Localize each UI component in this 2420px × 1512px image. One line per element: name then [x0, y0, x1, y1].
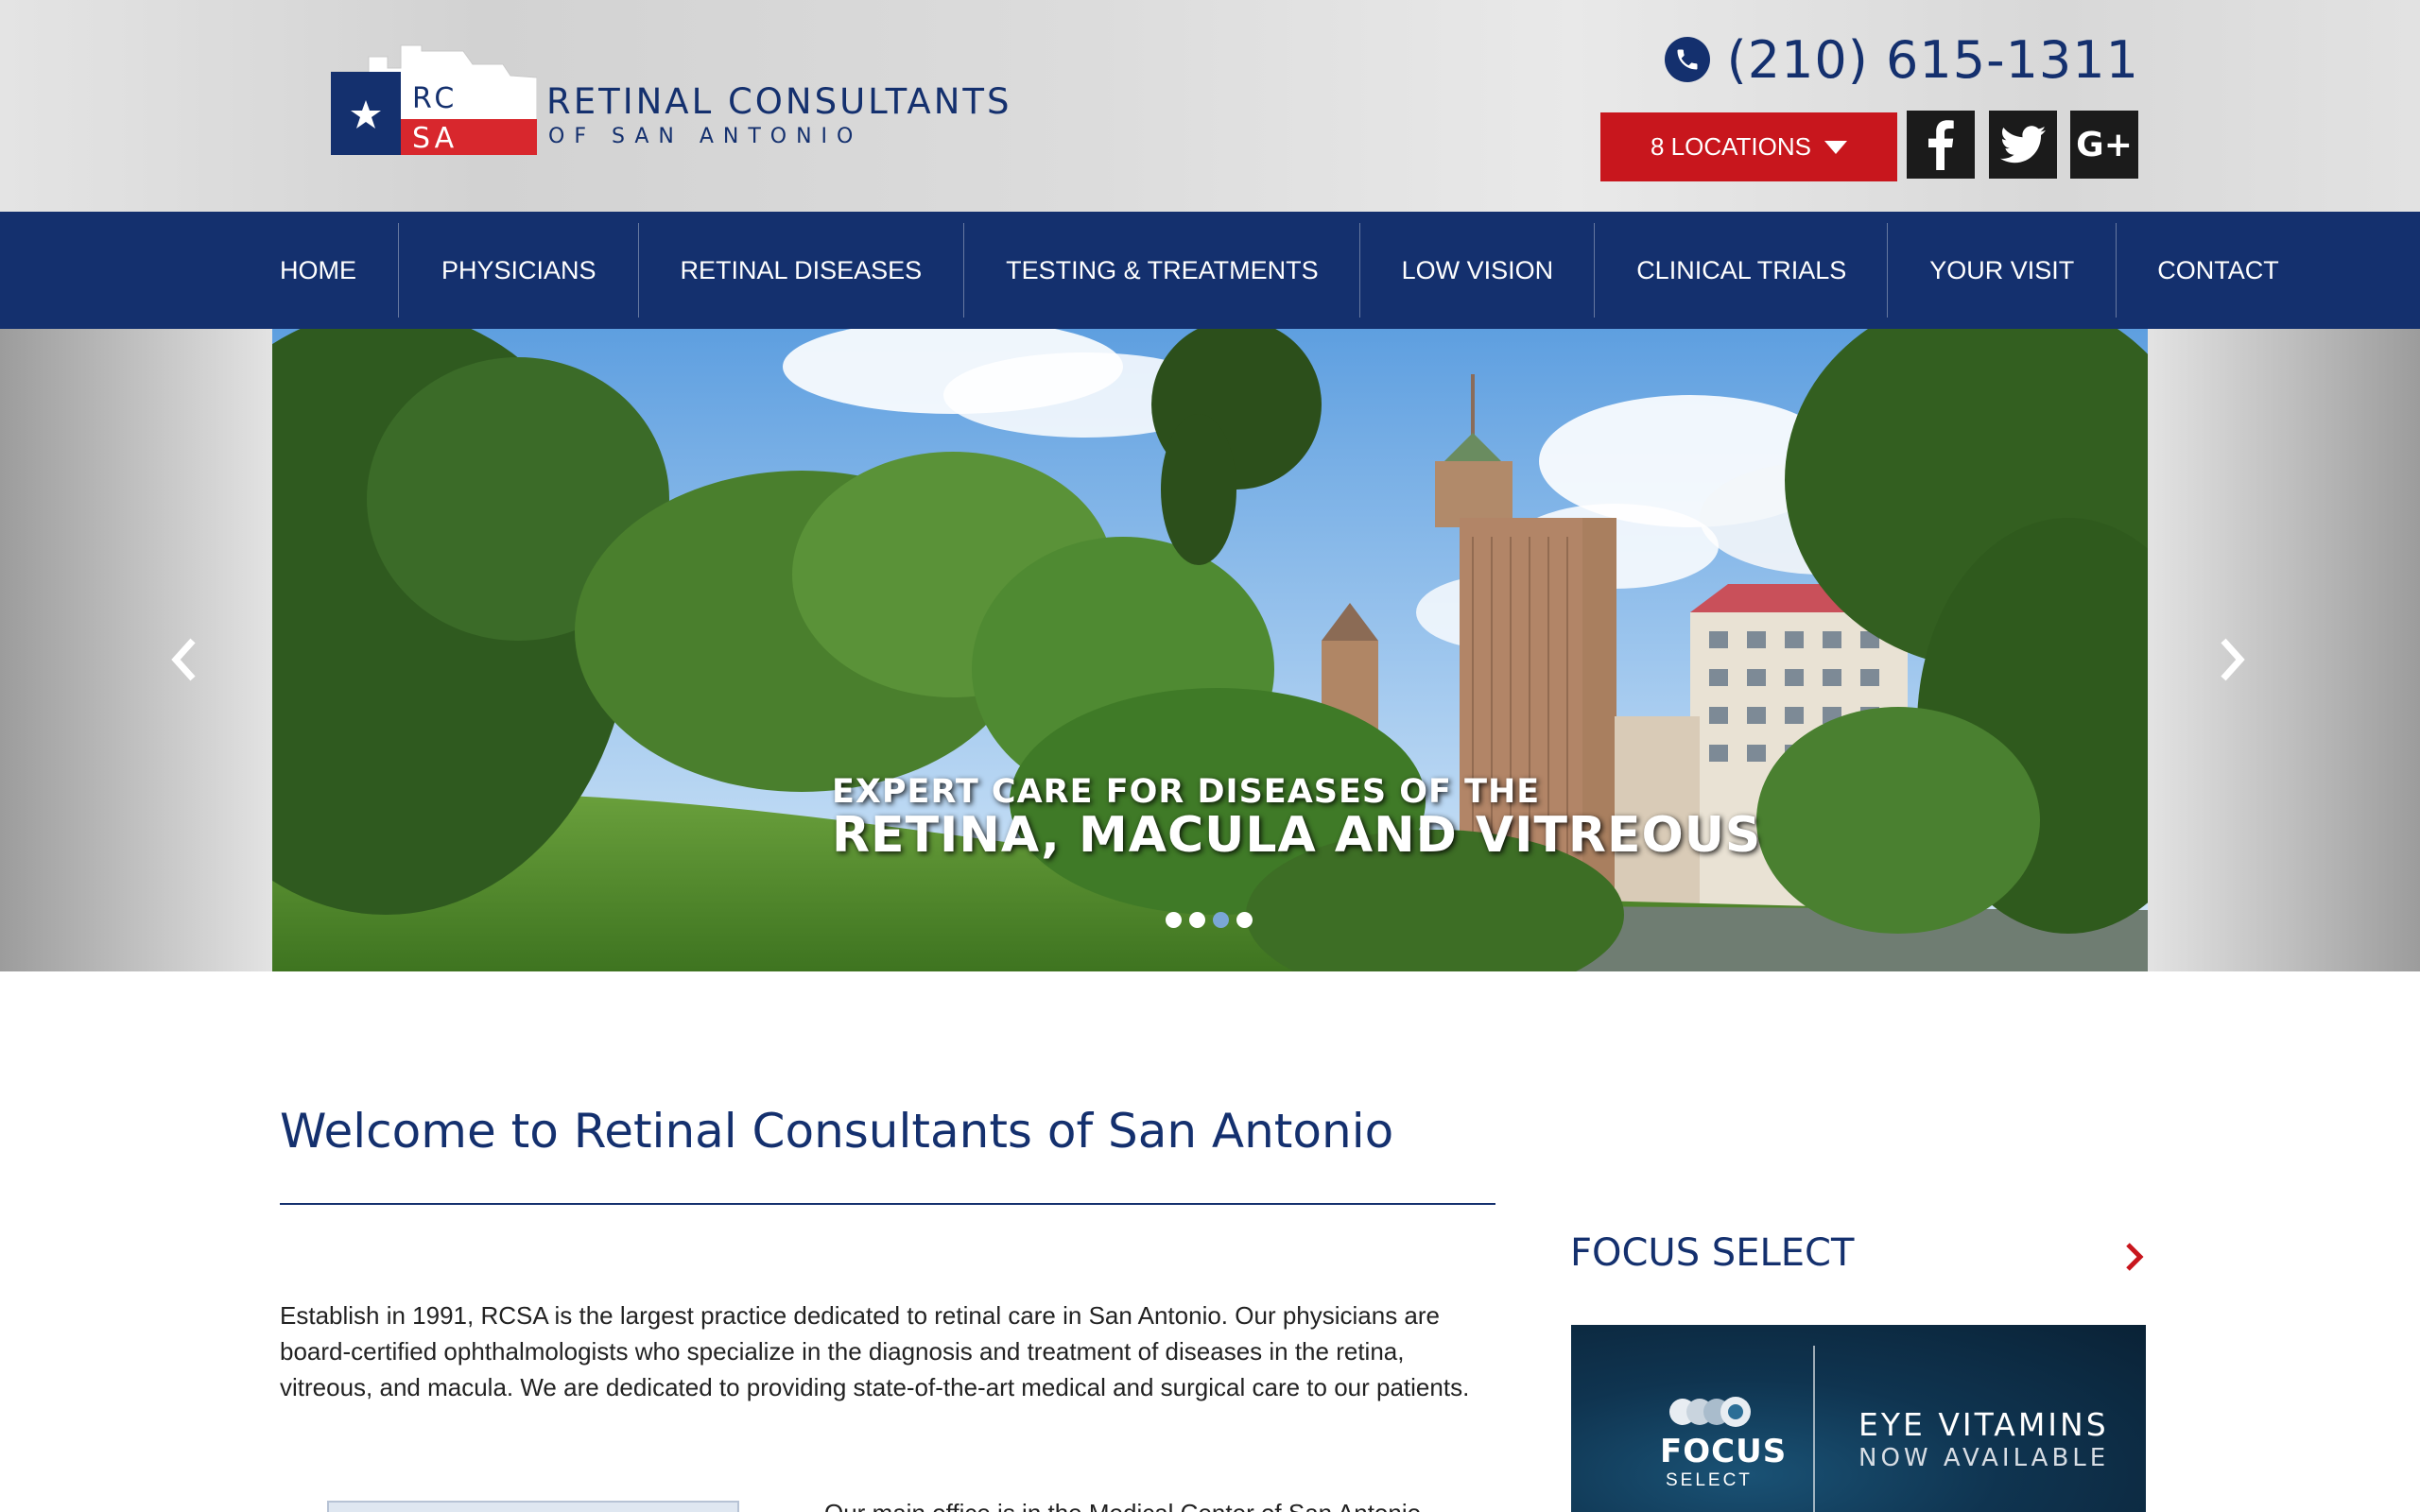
title-divider — [280, 1203, 1495, 1205]
site-logo[interactable]: RC SA RETINAL CONSULTANTS OF SAN ANTONIO — [331, 43, 1010, 157]
chevron-right-icon — [2126, 1243, 2144, 1271]
chevron-left-icon — [171, 638, 196, 681]
hero-image — [272, 329, 2148, 971]
nav-item-contact[interactable]: CONTACT — [2116, 212, 2287, 329]
svg-text:RC: RC — [412, 82, 458, 115]
phone-number[interactable]: (210) 615-1311 — [1727, 30, 2139, 90]
sidebar-title[interactable]: FOCUS SELECT — [1570, 1231, 1854, 1275]
main-nav: HOME PHYSICIANS RETINAL DISEASES TESTING… — [0, 212, 2420, 329]
nav-item-retinal-diseases[interactable]: RETINAL DISEASES — [637, 212, 964, 329]
promo-brand: FOCUS — [1660, 1433, 1788, 1470]
focus-logo-icon — [1669, 1397, 1751, 1427]
nav-item-low-vision[interactable]: LOW VISION — [1358, 212, 1595, 329]
locations-label: 8 LOCATIONS — [1650, 132, 1811, 161]
promo-brand-sub: SELECT — [1666, 1470, 1753, 1490]
promo-divider — [1813, 1346, 1815, 1512]
caret-down-icon — [1824, 140, 1847, 154]
nav-item-testing-treatments[interactable]: TESTING & TREATMENTS — [963, 212, 1359, 329]
facebook-button[interactable] — [1907, 111, 1975, 179]
nav-item-physicians[interactable]: PHYSICIANS — [398, 212, 638, 329]
google-plus-icon: G+ — [2076, 125, 2133, 164]
nav-item-home[interactable]: HOME — [272, 212, 398, 329]
carousel-dot[interactable] — [1236, 912, 1253, 928]
sidebar-arrow-button[interactable] — [2119, 1241, 2148, 1273]
carousel-prev-button[interactable] — [161, 631, 208, 688]
facebook-icon — [1928, 120, 1954, 170]
site-header: RC SA RETINAL CONSULTANTS OF SAN ANTONIO… — [0, 0, 2420, 212]
carousel-dots — [1166, 912, 1253, 928]
twitter-icon — [2000, 126, 2046, 163]
google-plus-button[interactable]: G+ — [2070, 111, 2138, 179]
locations-dropdown[interactable]: 8 LOCATIONS — [1600, 112, 1897, 181]
carousel-dot[interactable] — [1166, 912, 1182, 928]
next-paragraph: Our main office is in the Medical Center… — [824, 1499, 1421, 1512]
hero-caption-line2: RETINA, MACULA AND VITREOUS — [832, 807, 1762, 864]
nav-item-your-visit[interactable]: YOUR VISIT — [1887, 212, 2116, 329]
twitter-button[interactable] — [1989, 111, 2057, 179]
phone-contact[interactable]: (210) 615-1311 — [1664, 28, 2139, 91]
carousel-dot-active[interactable] — [1213, 912, 1229, 928]
nav-item-clinical-trials[interactable]: CLINICAL TRIALS — [1594, 212, 1887, 329]
page-title: Welcome to Retinal Consultants of San An… — [280, 1104, 1394, 1159]
hero-caption: EXPERT CARE FOR DISEASES OF THE RETINA, … — [832, 773, 1761, 864]
hero-caption-line1: EXPERT CARE FOR DISEASES OF THE — [832, 773, 1541, 811]
promo-headline: EYE VITAMINS — [1858, 1406, 2109, 1443]
chevron-right-icon — [2221, 638, 2245, 681]
logo-title: RETINAL CONSULTANTS — [546, 81, 1012, 122]
carousel-next-button[interactable] — [2208, 631, 2256, 688]
office-photo — [327, 1501, 739, 1512]
hero-carousel: EXPERT CARE FOR DISEASES OF THE RETINA, … — [272, 329, 2148, 971]
promo-subline: NOW AVAILABLE — [1858, 1444, 2110, 1472]
logo-subtitle: OF SAN ANTONIO — [548, 125, 863, 148]
carousel-dot[interactable] — [1189, 912, 1205, 928]
intro-paragraph: Establish in 1991, RCSA is the largest p… — [280, 1301, 1470, 1401]
svg-text:SA: SA — [412, 122, 458, 155]
logo-mark: RC SA — [331, 44, 537, 155]
focus-select-promo[interactable]: FOCUS SELECT EYE VITAMINS NOW AVAILABLE — [1571, 1325, 2146, 1512]
phone-icon — [1664, 37, 1710, 82]
